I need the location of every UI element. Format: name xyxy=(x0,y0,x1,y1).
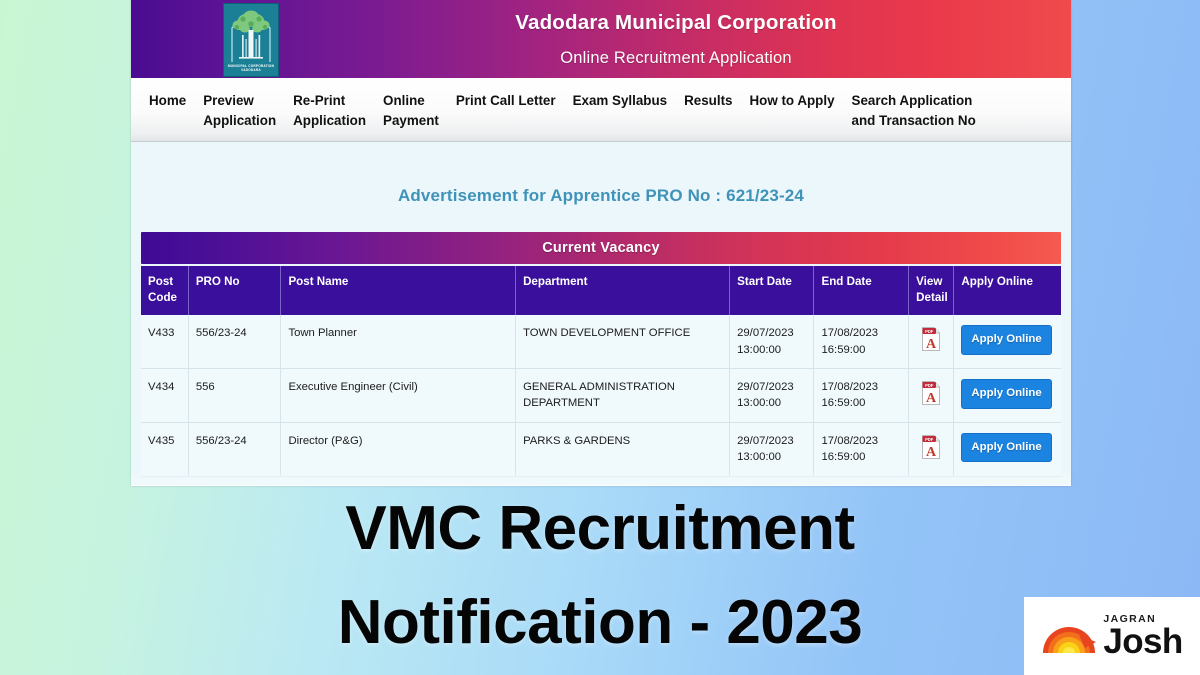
cell-view-detail: PDF A xyxy=(908,368,955,423)
page-title: Vadodara Municipal Corporation xyxy=(515,10,837,34)
svg-text:A: A xyxy=(926,445,937,460)
logo-caption-line2: VADODARA xyxy=(241,68,261,72)
headline-line-2: Notification - 2023 xyxy=(337,588,863,658)
cell-apply-online: Apply Online xyxy=(953,368,1061,423)
cell-view-detail: PDF A xyxy=(908,422,955,477)
headline-line-1: VMC Recruitment xyxy=(345,494,855,563)
vmc-logo: MUNICIPAL CORPORATION VADODARA xyxy=(223,3,279,77)
column-header-post-code: Post Code xyxy=(141,266,189,316)
svg-text:A: A xyxy=(926,337,937,352)
cell-pro-no: 556/23-24 xyxy=(188,315,282,370)
cell-post-code: V434 xyxy=(141,368,189,423)
table-row: V434 556 Executive Engineer (Civil) GENE… xyxy=(141,368,1061,423)
table-head: Post Code PRO No Post Name Department St… xyxy=(141,266,1061,316)
pdf-icon[interactable]: PDF A xyxy=(916,379,946,406)
advertisement-title: Advertisement for Apprentice PRO No : 62… xyxy=(397,186,805,205)
column-header-end-date: End Date xyxy=(813,266,910,316)
cell-start-date: 29/07/2023 13:00:00 xyxy=(729,315,815,370)
nav-item-preview-application[interactable]: Preview Application xyxy=(203,91,287,131)
cell-post-name: Executive Engineer (Civil) xyxy=(280,368,517,423)
cell-post-code: V433 xyxy=(141,315,189,370)
cell-start-date: 29/07/2023 13:00:00 xyxy=(729,422,815,477)
nav-item-reprint-application[interactable]: Re-Print Application xyxy=(293,91,377,131)
cell-apply-online: Apply Online xyxy=(953,315,1061,370)
column-header-apply-online: Apply Online xyxy=(953,266,1061,316)
pdf-icon[interactable]: PDF A xyxy=(916,433,946,460)
apply-online-button[interactable]: Apply Online xyxy=(961,325,1052,355)
cell-pro-no: 556/23-24 xyxy=(188,422,282,477)
cell-end-date: 17/08/2023 16:59:00 xyxy=(813,422,910,477)
cell-view-detail: PDF A xyxy=(908,315,955,370)
svg-text:A: A xyxy=(926,391,937,406)
current-vacancy-banner: Current Vacancy xyxy=(141,232,1061,264)
cell-department: GENERAL ADMINISTRATION DEPARTMENT xyxy=(515,368,731,423)
headline-overlay: VMC Recruitment Notification - 2023 xyxy=(0,482,1200,670)
column-header-start-date: Start Date xyxy=(729,266,815,316)
header-title-block: Vadodara Municipal Corporation Online Re… xyxy=(291,0,1061,78)
table-row: V433 556/23-24 Town Planner TOWN DEVELOP… xyxy=(141,315,1061,370)
column-header-department: Department xyxy=(515,266,731,316)
column-header-pro-no: PRO No xyxy=(188,266,282,316)
vacancy-table: Post Code PRO No Post Name Department St… xyxy=(141,266,1061,477)
site-header-banner: MUNICIPAL CORPORATION VADODARA Vadodara … xyxy=(131,0,1071,78)
cell-post-name: Director (P&G) xyxy=(280,422,517,477)
cell-end-date: 17/08/2023 16:59:00 xyxy=(813,368,910,423)
cell-department: PARKS & GARDENS xyxy=(515,422,731,477)
nav-item-online-payment[interactable]: Online Payment xyxy=(383,91,450,131)
svg-text:PDF: PDF xyxy=(925,437,934,442)
current-vacancy-label: Current Vacancy xyxy=(542,240,660,256)
cell-apply-online: Apply Online xyxy=(953,422,1061,477)
nav-item-print-call-letter[interactable]: Print Call Letter xyxy=(456,91,567,111)
nav-item-home[interactable]: Home xyxy=(149,91,197,111)
svg-text:PDF: PDF xyxy=(925,329,934,334)
josh-wordmark: JAGRAN Josh xyxy=(1103,614,1183,661)
main-navigation: Home Preview Application Re-Print Applic… xyxy=(131,78,1071,142)
nav-item-search-application[interactable]: Search Application and Transaction No xyxy=(852,91,987,131)
cell-start-date: 29/07/2023 13:00:00 xyxy=(729,368,815,423)
nav-item-exam-syllabus[interactable]: Exam Syllabus xyxy=(573,91,679,111)
apply-online-button[interactable]: Apply Online xyxy=(961,432,1052,463)
jagran-josh-logo: JAGRAN Josh xyxy=(1024,597,1200,675)
pdf-icon[interactable]: PDF A xyxy=(916,325,946,352)
cell-end-date: 17/08/2023 16:59:00 xyxy=(813,315,910,370)
cell-pro-no: 556 xyxy=(188,368,282,423)
nav-item-results[interactable]: Results xyxy=(684,91,743,111)
content-area: Advertisement for Apprentice PRO No : 62… xyxy=(131,142,1071,485)
column-header-view-detail: View Detail xyxy=(908,266,955,316)
table-row: V435 556/23-24 Director (P&G) PARKS & GA… xyxy=(141,422,1061,477)
table-header-row: Post Code PRO No Post Name Department St… xyxy=(141,266,1061,316)
nav-item-list: Home Preview Application Re-Print Applic… xyxy=(149,78,993,131)
cell-post-code: V435 xyxy=(141,422,189,477)
column-header-post-name: Post Name xyxy=(280,266,517,316)
nav-item-how-to-apply[interactable]: How to Apply xyxy=(749,91,845,111)
page-subtitle: Online Recruitment Application xyxy=(560,48,792,67)
svg-text:PDF: PDF xyxy=(925,383,934,388)
cell-post-name: Town Planner xyxy=(280,315,517,370)
sunrise-icon xyxy=(1043,627,1097,653)
cell-department: TOWN DEVELOPMENT OFFICE xyxy=(515,315,731,370)
banyan-tree-icon xyxy=(226,6,276,64)
website-screenshot-panel: MUNICIPAL CORPORATION VADODARA Vadodara … xyxy=(131,0,1071,486)
apply-online-button[interactable]: Apply Online xyxy=(961,379,1052,409)
table-body: V433 556/23-24 Town Planner TOWN DEVELOP… xyxy=(141,315,1061,477)
josh-text: Josh xyxy=(1103,621,1183,661)
